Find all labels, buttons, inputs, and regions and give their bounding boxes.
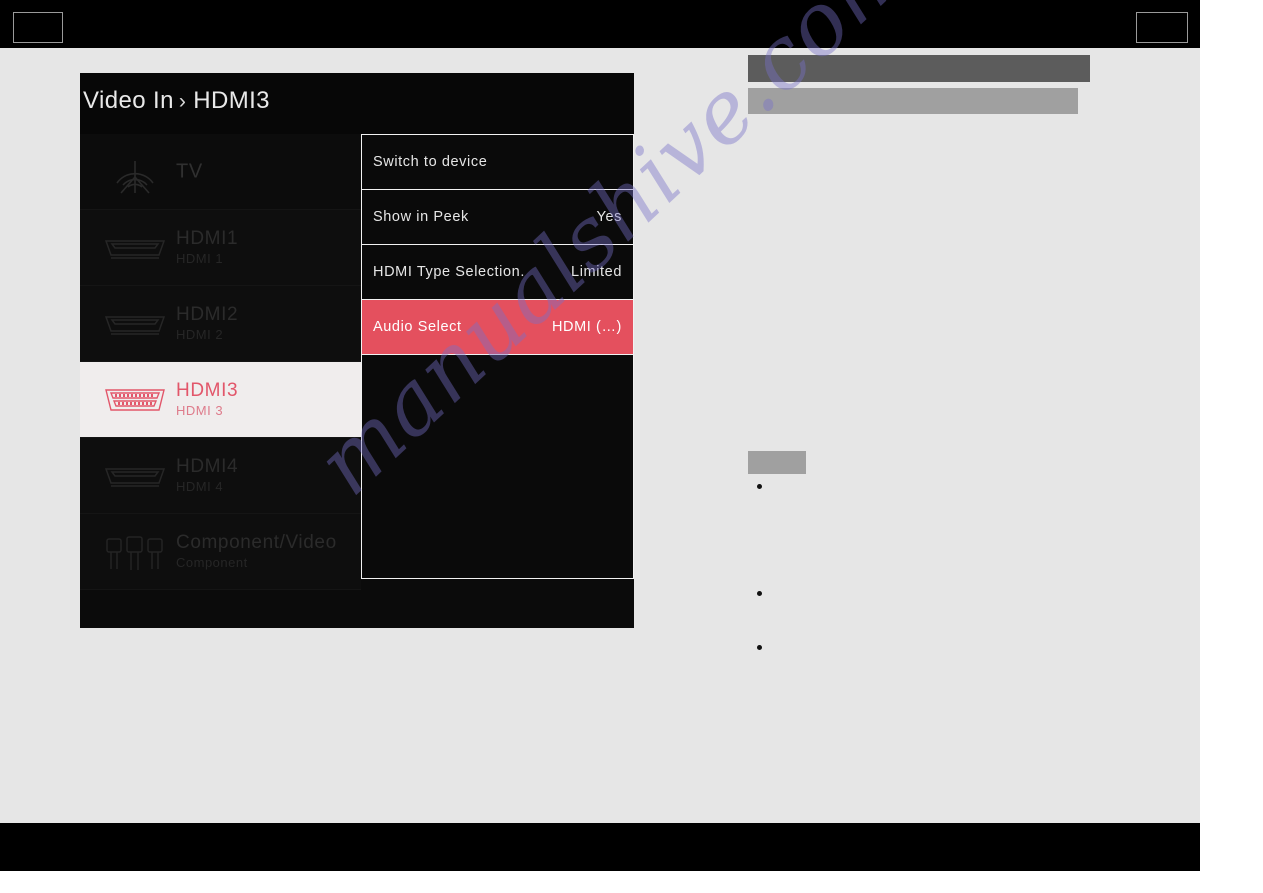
document-page: Video In › HDMI3 TV HDMI1 HDMI 1 HDMI2 H… xyxy=(0,0,1263,893)
source-item-label: HDMI4 xyxy=(176,455,239,477)
option-audio-select[interactable]: Audio Select HDMI (…) xyxy=(362,300,633,355)
option-label: Show in Peek xyxy=(373,209,469,225)
list-item-bullet xyxy=(757,591,762,596)
document-footer-bar xyxy=(0,823,1200,871)
source-item-sublabel: HDMI 1 xyxy=(176,251,224,267)
option-value: Limited xyxy=(571,264,622,280)
source-item-label: TV xyxy=(176,160,203,182)
option-hdmi-type-selection[interactable]: HDMI Type Selection. Limited xyxy=(362,245,633,300)
option-switch-to-device[interactable]: Switch to device xyxy=(362,135,633,190)
source-item-text: TV xyxy=(176,160,203,183)
option-value: HDMI (…) xyxy=(551,319,622,335)
source-item-text: HDMI3 HDMI 3 xyxy=(176,380,238,420)
source-item-hdmi4[interactable]: HDMI4 HDMI 4 xyxy=(80,438,361,514)
breadcrumb-current: HDMI3 xyxy=(193,87,270,114)
source-item-sublabel: HDMI 2 xyxy=(176,327,224,343)
options-panel: Switch to device Show in Peek Yes HDMI T… xyxy=(361,134,634,579)
source-item-text: HDMI1 HDMI 1 xyxy=(176,228,238,268)
source-item-hdmi1[interactable]: HDMI1 HDMI 1 xyxy=(80,210,361,286)
hdmi-port-icon xyxy=(102,225,168,271)
document-header-bar xyxy=(0,0,1200,48)
source-item-sublabel: HDMI 3 xyxy=(176,403,224,419)
source-item-sublabel: HDMI 4 xyxy=(176,479,224,495)
tv-title-bar: Video In › HDMI3 xyxy=(80,73,634,134)
option-value: Yes xyxy=(596,209,622,225)
source-list: TV HDMI1 HDMI 1 HDMI2 HDMI 2 HDMI3 HDMI … xyxy=(80,134,361,628)
option-label: Audio Select xyxy=(373,319,462,335)
section-bar xyxy=(748,451,806,474)
source-item-sublabel: Component xyxy=(176,555,248,571)
list-item-bullet xyxy=(757,484,762,489)
subheading-bar xyxy=(748,88,1078,114)
breadcrumb-root[interactable]: Video In xyxy=(83,87,174,114)
heading-bar xyxy=(748,55,1090,82)
hdmi-port-icon xyxy=(102,377,168,423)
source-item-label: Component/Video xyxy=(176,531,337,553)
source-item-component-video[interactable]: Component/Video Component xyxy=(80,514,361,590)
header-right-box xyxy=(1136,12,1188,43)
antenna-icon xyxy=(102,149,168,195)
source-item-text: Component/Video Component xyxy=(176,532,337,572)
source-item-label: HDMI2 xyxy=(176,303,239,325)
source-item-text: HDMI2 HDMI 2 xyxy=(176,304,238,344)
option-label: Switch to device xyxy=(373,154,488,170)
source-item-hdmi3[interactable]: HDMI3 HDMI 3 xyxy=(80,362,361,438)
option-show-in-peek[interactable]: Show in Peek Yes xyxy=(362,190,633,245)
source-item-label: HDMI3 xyxy=(176,379,239,401)
hdmi-port-icon xyxy=(102,453,168,499)
source-item-hdmi2[interactable]: HDMI2 HDMI 2 xyxy=(80,286,361,362)
options-panel-empty-area xyxy=(362,355,633,571)
rca-connectors-icon xyxy=(102,529,168,575)
chevron-right-icon: › xyxy=(178,90,187,113)
list-item-bullet xyxy=(757,645,762,650)
source-item-label: HDMI1 xyxy=(176,227,239,249)
option-label: HDMI Type Selection. xyxy=(373,264,525,280)
source-item-text: HDMI4 HDMI 4 xyxy=(176,456,238,496)
breadcrumb: Video In › HDMI3 xyxy=(83,87,270,115)
source-item-tv[interactable]: TV xyxy=(80,134,361,210)
tv-ui-screenshot: Video In › HDMI3 TV HDMI1 HDMI 1 HDMI2 H… xyxy=(80,73,634,628)
header-left-box xyxy=(13,12,63,43)
hdmi-port-icon xyxy=(102,301,168,347)
